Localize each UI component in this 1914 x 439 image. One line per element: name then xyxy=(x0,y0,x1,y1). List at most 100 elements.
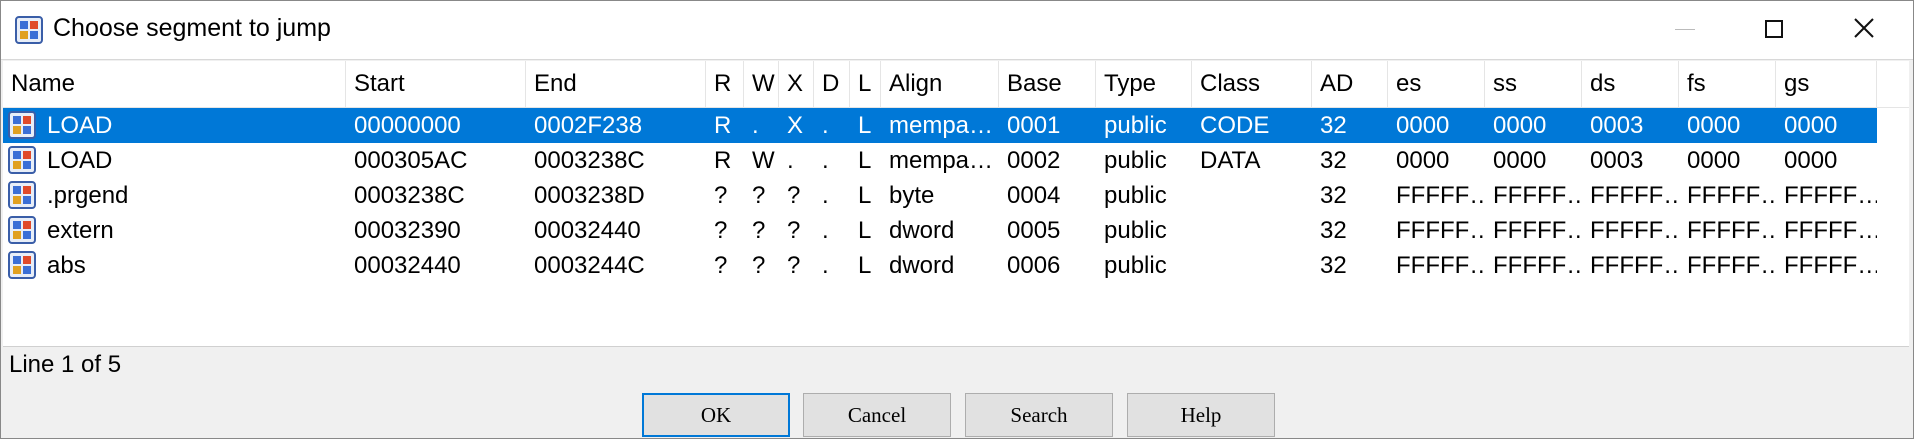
cell-base: 0006 xyxy=(1007,252,1061,279)
segment-icon xyxy=(8,251,36,279)
cell-fs: FFFFF… xyxy=(1687,182,1776,209)
close-button[interactable] xyxy=(1819,1,1909,59)
status-line: Line 1 of 5 xyxy=(9,351,122,378)
minimize-button[interactable] xyxy=(1639,1,1729,59)
cell-ss: FFFFF… xyxy=(1493,217,1582,244)
cell-ss: FFFFF… xyxy=(1493,252,1582,279)
table-row[interactable]: abs 00032440 0003244C???. Ldword 0006 public 3… xyxy=(3,248,1877,283)
cell-base: 0002 xyxy=(1007,147,1061,174)
table-row[interactable]: extern 00032390 00032440???. Ldword 0005 publ… xyxy=(3,213,1877,248)
cell-start: 00032390 xyxy=(354,217,461,244)
table-row[interactable]: LOAD 00000000 0002F238 R. X. Lmempa… 0001 publi… xyxy=(3,108,1877,143)
cell-l: L xyxy=(858,252,872,279)
cell-w: ? xyxy=(752,217,766,244)
cell-ds: 0003 xyxy=(1590,112,1644,139)
cell-d: . xyxy=(822,252,829,279)
segment-icon xyxy=(8,111,36,139)
cell-gs: FFFFF… xyxy=(1784,252,1877,279)
cell-x: ? xyxy=(787,252,801,279)
table-row[interactable]: .prgend 0003238C 0003238D???. Lbyte 0004 publ… xyxy=(3,178,1877,213)
cell-d: . xyxy=(822,182,829,209)
title-bar[interactable]: Choose segment to jump xyxy=(1,1,1913,60)
cell-align: mempa… xyxy=(889,147,994,174)
close-icon xyxy=(1854,18,1874,38)
cell-d: . xyxy=(822,147,829,174)
cell-ss: 0000 xyxy=(1493,112,1547,139)
cell-ss: 0000 xyxy=(1493,147,1547,174)
cell-r: ? xyxy=(714,217,728,244)
cell-start: 00032440 xyxy=(354,252,461,279)
cell-ss: FFFFF… xyxy=(1493,182,1582,209)
column-header-ad[interactable]: AD xyxy=(1312,61,1388,107)
column-header-start[interactable]: Start xyxy=(346,61,526,107)
cell-l: L xyxy=(858,182,872,209)
cell-gs: 0000 xyxy=(1784,147,1838,174)
cell-fs: FFFFF… xyxy=(1687,252,1776,279)
cell-gs: 0000 xyxy=(1784,112,1838,139)
cell-es: 0000 xyxy=(1396,112,1450,139)
cancel-button[interactable]: Cancel xyxy=(803,393,951,437)
column-header-end[interactable]: End xyxy=(526,61,706,107)
column-header-type[interactable]: Type xyxy=(1096,61,1192,107)
cell-name: .prgend xyxy=(47,182,129,209)
cell-start: 000305AC xyxy=(354,147,468,174)
cell-l: L xyxy=(858,147,872,174)
column-header-r[interactable]: R xyxy=(706,61,744,107)
segment-list[interactable]: Name Start End R W X D L Align Base Type… xyxy=(3,61,1909,347)
cell-base: 0004 xyxy=(1007,182,1061,209)
cell-r: ? xyxy=(714,182,728,209)
column-header-class[interactable]: Class xyxy=(1192,61,1312,107)
cell-x: ? xyxy=(787,182,801,209)
cell-ds: FFFFF… xyxy=(1590,182,1679,209)
cell-es: FFFFF… xyxy=(1396,182,1485,209)
column-header-base[interactable]: Base xyxy=(999,61,1096,107)
segment-icon xyxy=(8,146,36,174)
column-header-ds[interactable]: ds xyxy=(1582,61,1679,107)
cell-align: mempa… xyxy=(889,112,994,139)
cell-start: 00000000 xyxy=(354,112,461,139)
cell-class xyxy=(1192,178,1312,213)
cell-class xyxy=(1192,248,1312,283)
help-button[interactable]: Help xyxy=(1127,393,1275,437)
column-header-es[interactable]: es xyxy=(1388,61,1485,107)
cell-w: . xyxy=(752,112,759,139)
cell-type: public xyxy=(1104,112,1167,139)
cell-name: LOAD xyxy=(47,112,113,139)
column-header-l[interactable]: L xyxy=(850,61,881,107)
column-header-gs[interactable]: gs xyxy=(1776,61,1877,107)
cell-ds: FFFFF… xyxy=(1590,252,1679,279)
cell-r: R xyxy=(714,147,732,174)
segment-icon xyxy=(8,181,36,209)
cell-d: . xyxy=(822,217,829,244)
ok-button[interactable]: OK xyxy=(642,393,790,437)
cell-align: dword xyxy=(889,217,955,244)
column-header-x[interactable]: X xyxy=(779,61,814,107)
cell-type: public xyxy=(1104,252,1167,279)
cell-x: ? xyxy=(787,217,801,244)
cell-ad: 32 xyxy=(1320,217,1347,244)
cell-end: 00032440 xyxy=(534,217,641,244)
maximize-button[interactable] xyxy=(1729,1,1819,59)
cell-w: ? xyxy=(752,252,766,279)
cell-fs: FFFFF… xyxy=(1687,217,1776,244)
cell-gs: FFFFF… xyxy=(1784,182,1877,209)
cell-r: ? xyxy=(714,252,728,279)
table-row[interactable]: LOAD 000305AC 0003238C R W.. Lmempa… 0002 publi… xyxy=(3,143,1877,178)
column-header-ss[interactable]: ss xyxy=(1485,61,1582,107)
column-header-align[interactable]: Align xyxy=(881,61,999,107)
column-header-fs[interactable]: fs xyxy=(1679,61,1776,107)
cell-type: public xyxy=(1104,147,1167,174)
cell-es: 0000 xyxy=(1396,147,1450,174)
dialog-title: Choose segment to jump xyxy=(53,14,331,42)
cell-class: CODE xyxy=(1200,112,1270,139)
search-button[interactable]: Search xyxy=(965,393,1113,437)
choose-segment-dialog: Choose segment to jump Name Start End R … xyxy=(0,0,1914,439)
cell-ds: 0003 xyxy=(1590,147,1644,174)
cell-type: public xyxy=(1104,217,1167,244)
minimize-icon xyxy=(1675,29,1695,30)
column-header-w[interactable]: W xyxy=(744,61,779,107)
cell-ad: 32 xyxy=(1320,112,1347,139)
column-header-d[interactable]: D xyxy=(814,61,850,107)
cell-l: L xyxy=(858,217,872,244)
column-header-name[interactable]: Name xyxy=(3,61,346,107)
